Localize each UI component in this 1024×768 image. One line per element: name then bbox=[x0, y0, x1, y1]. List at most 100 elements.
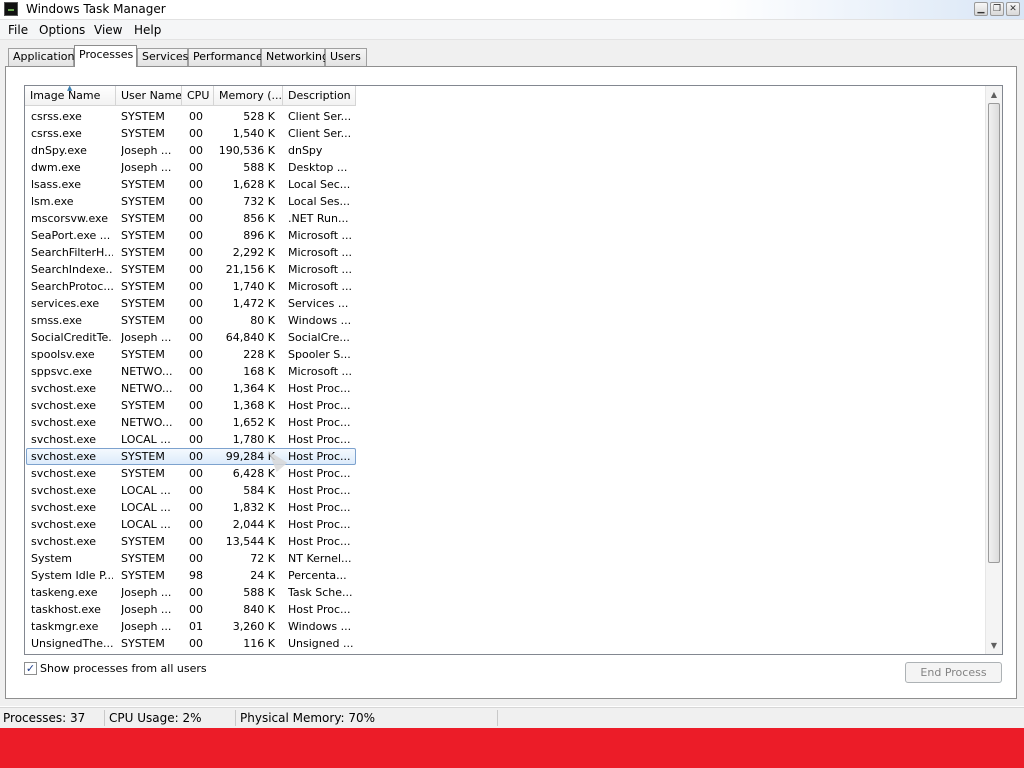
tab-networking[interactable]: Networking bbox=[261, 48, 329, 66]
process-memory: 896 K bbox=[243, 229, 275, 242]
process-row[interactable]: svchost.exe LOCAL ... 00 1,832 K Host Proc..… bbox=[25, 499, 985, 516]
process-row[interactable]: lsass.exe SYSTEM 00 1,628 K Local Sec... bbox=[25, 176, 985, 193]
red-banner bbox=[0, 728, 1024, 768]
end-process-button[interactable]: End Process bbox=[905, 662, 1002, 683]
process-row[interactable]: taskeng.exe Joseph ... 00 588 K Task Sche... bbox=[25, 584, 985, 601]
process-cpu: 00 bbox=[189, 195, 203, 208]
process-row[interactable]: svchost.exe SYSTEM 00 1,368 K Host Proc... bbox=[25, 397, 985, 414]
vertical-scrollbar[interactable]: ▲ ▼ bbox=[985, 86, 1002, 654]
tab-performance[interactable]: Performance bbox=[188, 48, 263, 66]
process-row[interactable]: SearchFilterH... SYSTEM 00 2,292 K Microsoft… bbox=[25, 244, 985, 261]
process-list[interactable]: ▲ Image Name User Name CPU Memory (... D… bbox=[24, 85, 1003, 655]
column-image-name[interactable]: ▲ Image Name bbox=[25, 86, 116, 106]
process-cpu: 00 bbox=[189, 178, 203, 191]
process-cpu: 00 bbox=[189, 331, 203, 344]
process-row[interactable]: lsm.exe SYSTEM 00 732 K Local Ses... bbox=[25, 193, 985, 210]
process-cpu: 00 bbox=[189, 110, 203, 123]
restore-button[interactable]: ❐ bbox=[990, 2, 1004, 16]
process-description: dnSpy bbox=[288, 144, 323, 157]
process-cpu: 00 bbox=[189, 280, 203, 293]
process-user-name: NETWO... bbox=[121, 382, 173, 395]
process-cpu: 00 bbox=[189, 297, 203, 310]
status-bar: Processes: 37 CPU Usage: 2% Physical Mem… bbox=[0, 707, 1024, 728]
column-cpu[interactable]: CPU bbox=[182, 86, 214, 106]
process-description: Desktop ... bbox=[288, 161, 348, 174]
process-memory: 856 K bbox=[243, 212, 275, 225]
process-image-name: UnsignedThe... bbox=[31, 637, 113, 650]
process-memory: 2,044 K bbox=[232, 518, 275, 531]
process-row[interactable]: svchost.exe LOCAL ... 00 2,044 K Host Proc..… bbox=[25, 516, 985, 533]
process-row[interactable]: SeaPort.exe ... SYSTEM 00 896 K Microsoft ..… bbox=[25, 227, 985, 244]
process-description: Host Proc... bbox=[288, 467, 351, 480]
menu-view[interactable]: View bbox=[94, 23, 122, 37]
process-row[interactable]: dwm.exe Joseph ... 00 588 K Desktop ... bbox=[25, 159, 985, 176]
status-divider bbox=[235, 710, 236, 726]
process-row[interactable]: sppsvc.exe NETWO... 00 168 K Microsoft ... bbox=[25, 363, 985, 380]
process-row[interactable]: svchost.exe SYSTEM 00 13,544 K Host Proc... bbox=[25, 533, 985, 550]
process-row[interactable]: taskhost.exe Joseph ... 00 840 K Host Proc..… bbox=[25, 601, 985, 618]
process-row[interactable]: SearchIndexe... SYSTEM 00 21,156 K Microsoft… bbox=[25, 261, 985, 278]
process-description: SocialCre... bbox=[288, 331, 350, 344]
sort-ascending-icon: ▲ bbox=[67, 86, 73, 92]
process-user-name: SYSTEM bbox=[121, 569, 165, 582]
process-row[interactable]: svchost.exe SYSTEM 00 6,428 K Host Proc... bbox=[25, 465, 985, 482]
process-row[interactable]: csrss.exe SYSTEM 00 1,540 K Client Ser... bbox=[25, 125, 985, 142]
process-cpu: 00 bbox=[189, 637, 203, 650]
close-button[interactable]: ✕ bbox=[1006, 2, 1020, 16]
menu-file[interactable]: File bbox=[8, 23, 28, 37]
show-all-users-checkbox[interactable]: ✓ bbox=[24, 662, 37, 675]
process-row[interactable]: System SYSTEM 00 72 K NT Kernel... bbox=[25, 550, 985, 567]
process-memory: 72 K bbox=[250, 552, 275, 565]
process-cpu: 00 bbox=[189, 416, 203, 429]
process-cpu: 00 bbox=[189, 314, 203, 327]
process-user-name: LOCAL ... bbox=[121, 484, 171, 497]
minimize-button[interactable]: ▁ bbox=[974, 2, 988, 16]
process-user-name: Joseph ... bbox=[121, 586, 172, 599]
process-memory: 584 K bbox=[243, 484, 275, 497]
process-row[interactable]: svchost.exe NETWO... 00 1,364 K Host Proc... bbox=[25, 380, 985, 397]
process-row[interactable]: svchost.exe SYSTEM 00 99,284 K Host Proc... bbox=[25, 448, 985, 465]
process-description: Services ... bbox=[288, 297, 349, 310]
column-memory[interactable]: Memory (... bbox=[214, 86, 283, 106]
tab-services[interactable]: Services bbox=[137, 48, 188, 66]
process-row[interactable]: smss.exe SYSTEM 00 80 K Windows ... bbox=[25, 312, 985, 329]
show-all-users-label[interactable]: Show processes from all users bbox=[40, 662, 207, 675]
task-manager-icon bbox=[4, 2, 18, 16]
process-row[interactable]: services.exe SYSTEM 00 1,472 K Services ... bbox=[25, 295, 985, 312]
process-description: Host Proc... bbox=[288, 399, 351, 412]
process-row[interactable]: spoolsv.exe SYSTEM 00 228 K Spooler S... bbox=[25, 346, 985, 363]
process-row[interactable]: svchost.exe LOCAL ... 00 1,780 K Host Proc..… bbox=[25, 431, 985, 448]
process-row[interactable]: dnSpy.exe Joseph ... 00 190,536 K dnSpy bbox=[25, 142, 985, 159]
scroll-thumb[interactable] bbox=[988, 103, 1000, 563]
process-cpu: 00 bbox=[189, 348, 203, 361]
process-user-name: SYSTEM bbox=[121, 535, 165, 548]
process-row[interactable]: svchost.exe LOCAL ... 00 584 K Host Proc... bbox=[25, 482, 985, 499]
tab-users[interactable]: Users bbox=[325, 48, 367, 66]
process-user-name: SYSTEM bbox=[121, 314, 165, 327]
process-row[interactable]: SocialCreditTe... Joseph ... 00 64,840 K Soc… bbox=[25, 329, 985, 346]
tab-processes[interactable]: Processes bbox=[74, 45, 137, 67]
column-user-name[interactable]: User Name bbox=[116, 86, 182, 106]
process-row[interactable]: SearchProtoc... SYSTEM 00 1,740 K Microsoft … bbox=[25, 278, 985, 295]
process-row[interactable]: mscorsvw.exe SYSTEM 00 856 K .NET Run... bbox=[25, 210, 985, 227]
process-description: Host Proc... bbox=[288, 484, 351, 497]
process-cpu: 01 bbox=[189, 620, 203, 633]
process-row[interactable]: UnsignedThe... SYSTEM 00 116 K Unsigned ... bbox=[25, 635, 985, 652]
tab-applications[interactable]: Applications bbox=[8, 48, 80, 66]
process-row[interactable]: taskmgr.exe Joseph ... 01 3,260 K Windows ..… bbox=[25, 618, 985, 635]
process-row[interactable]: csrss.exe SYSTEM 00 528 K Client Ser... bbox=[25, 108, 985, 125]
scroll-down-arrow-icon[interactable]: ▼ bbox=[986, 637, 1002, 654]
column-description[interactable]: Description bbox=[283, 86, 356, 106]
scroll-up-arrow-icon[interactable]: ▲ bbox=[986, 86, 1002, 103]
process-image-name: SocialCreditTe... bbox=[31, 331, 113, 344]
process-memory: 1,832 K bbox=[232, 501, 275, 514]
process-user-name: LOCAL ... bbox=[121, 433, 171, 446]
process-cpu: 00 bbox=[189, 518, 203, 531]
process-row[interactable]: System Idle P... SYSTEM 98 24 K Percenta... bbox=[25, 567, 985, 584]
menu-options[interactable]: Options bbox=[39, 23, 85, 37]
process-description: Local Ses... bbox=[288, 195, 350, 208]
menu-help[interactable]: Help bbox=[134, 23, 161, 37]
process-row[interactable]: svchost.exe NETWO... 00 1,652 K Host Proc... bbox=[25, 414, 985, 431]
process-description: Unsigned ... bbox=[288, 637, 354, 650]
process-user-name: SYSTEM bbox=[121, 229, 165, 242]
